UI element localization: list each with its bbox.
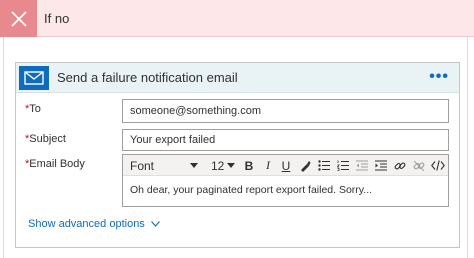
decrease-indent-icon[interactable]	[354, 155, 370, 176]
bulleted-list-icon[interactable]	[316, 155, 332, 176]
font-size-value: 12	[211, 158, 225, 173]
subject-label: *Subject	[25, 133, 66, 145]
email-body-label-text: Email Body	[29, 158, 85, 170]
to-field[interactable]: someone@something.com	[122, 99, 449, 123]
to-label-text: To	[29, 103, 41, 115]
remove-link-icon[interactable]	[411, 155, 427, 176]
font-size-select[interactable]: 12	[209, 155, 237, 176]
font-select[interactable]: Font	[127, 155, 201, 176]
subject-label-text: Subject	[29, 133, 66, 145]
bold-button[interactable]: B	[241, 155, 257, 176]
email-body-editor[interactable]: Font 12 B I U Oh dear, your paginated re…	[122, 154, 449, 207]
show-advanced-options-link[interactable]: Show advanced options	[28, 218, 160, 230]
numbered-list-icon[interactable]	[335, 155, 351, 176]
chevron-down-icon	[150, 221, 160, 227]
italic-button[interactable]: I	[260, 155, 276, 176]
increase-indent-icon[interactable]	[373, 155, 389, 176]
send-email-action-card: Send a failure notification email ••• *T…	[15, 62, 460, 248]
underline-button[interactable]: U	[278, 155, 294, 176]
mail-icon	[19, 66, 49, 90]
font-select-value: Font	[130, 158, 155, 173]
action-header[interactable]: Send a failure notification email •••	[16, 63, 459, 93]
code-view-icon[interactable]	[429, 155, 447, 176]
format-toolbar: Font 12 B I U	[123, 155, 448, 176]
dropdown-arrow-icon	[190, 163, 198, 168]
insert-link-icon[interactable]	[392, 155, 408, 176]
highlight-icon[interactable]	[297, 155, 313, 176]
show-advanced-options-label: Show advanced options	[28, 218, 145, 230]
close-icon[interactable]	[0, 0, 37, 37]
email-body-text: Oh dear, your paginated report export fa…	[130, 184, 373, 196]
to-label: *To	[25, 103, 41, 115]
email-body-label: *Email Body	[25, 158, 85, 170]
branch-title: If no	[44, 11, 70, 26]
condition-no-branch-header: If no	[0, 0, 474, 37]
more-options-icon[interactable]: •••	[429, 63, 449, 91]
dropdown-arrow-icon	[227, 163, 235, 168]
subject-field[interactable]: Your export failed	[122, 129, 449, 151]
action-title: Send a failure notification email	[57, 70, 238, 85]
